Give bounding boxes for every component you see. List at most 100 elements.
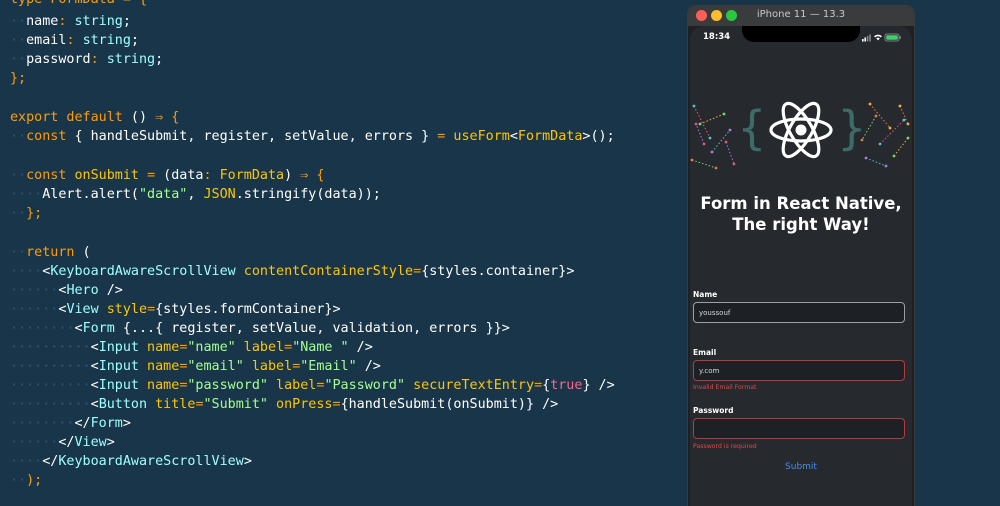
code-token: KeyboardAwareScrollView: [58, 454, 244, 469]
code-token: />: [590, 378, 615, 393]
indent-guide: ··: [10, 14, 27, 29]
indent-guide: ··········: [10, 340, 91, 355]
code-line: ··email: string;: [10, 31, 139, 50]
code-token: ⇒ {: [300, 168, 325, 183]
code-token: <: [90, 397, 99, 412]
simulator-title: iPhone 11 — 13.3: [756, 9, 846, 20]
code-token: {: [542, 378, 551, 393]
indent-guide: ····: [10, 454, 43, 469]
indent-guide: ······: [10, 283, 59, 298]
code-token: string: [74, 14, 123, 29]
status-time: 18:34: [703, 32, 731, 42]
react-atom-icon: [769, 101, 833, 159]
code-token: "Email": [300, 359, 357, 374]
code-token: =: [195, 397, 204, 412]
code-token: "email": [187, 359, 244, 374]
code-token: "Name ": [292, 340, 349, 355]
decor-dot: [888, 126, 892, 130]
submit-button[interactable]: Submit: [690, 462, 912, 472]
code-token: }: [582, 378, 591, 393]
code-token: type FormData = {: [10, 0, 147, 7]
code-token: >: [501, 321, 510, 336]
code-token: </: [42, 454, 59, 469]
decor-line: [691, 159, 717, 169]
indent-guide: ··: [10, 168, 27, 183]
code-token: />: [348, 340, 373, 355]
decor-dot: [892, 154, 896, 158]
brace-right-icon: }: [838, 101, 866, 155]
decor-dot: [702, 142, 706, 146]
react-logo-hero: { }: [690, 101, 910, 170]
code-token: true: [550, 378, 583, 393]
decor-dot: [874, 114, 878, 118]
code-token: />: [534, 397, 559, 412]
code-token: :: [90, 52, 107, 67]
indent-guide: ······: [10, 302, 59, 317]
code-token: };: [10, 71, 27, 86]
code-line: ··const onSubmit = (data: FormData) ⇒ {: [10, 166, 324, 185]
code-line: ····<KeyboardAwareScrollView contentCont…: [10, 262, 574, 281]
status-icons: [862, 33, 901, 42]
battery-icon: [884, 33, 901, 42]
decor-dot: [694, 122, 698, 126]
code-token: </: [58, 435, 75, 450]
code-token: password: [26, 52, 91, 67]
name-input[interactable]: [693, 302, 905, 323]
code-token: <: [509, 129, 518, 144]
indent-guide: ··: [10, 206, 27, 221]
indent-guide: ··: [10, 129, 27, 144]
code-token: { handleSubmit, register, setValue, erro…: [66, 129, 438, 144]
code-line: ········<Form {...{ register, setValue, …: [10, 319, 510, 338]
code-token: Input: [98, 359, 139, 374]
decor-dot: [878, 142, 882, 146]
code-token: ⇒ {: [155, 110, 180, 125]
code-line: ····</KeyboardAwareScrollView>: [10, 452, 252, 471]
code-token: <: [90, 378, 99, 393]
code-token: =: [147, 302, 156, 317]
indent-guide: ········: [10, 416, 75, 431]
decor-dot: [724, 140, 728, 144]
code-token: </: [74, 416, 91, 431]
code-token: =: [284, 340, 293, 355]
indent-guide: ··········: [10, 359, 91, 374]
brace-left-icon: {: [738, 101, 766, 155]
decor-dot: [906, 122, 910, 126]
code-token: FormData: [517, 129, 583, 144]
indent-guide: ····: [10, 187, 43, 202]
code-line: ··········<Input name="name" label="Name…: [10, 338, 373, 357]
code-token: name: [139, 378, 180, 393]
decor-dot: [902, 118, 906, 122]
decor-line: [893, 137, 909, 157]
decor-dot: [708, 136, 712, 140]
indent-guide: ··: [10, 473, 27, 488]
phone-notch: [742, 26, 860, 42]
code-line: ··const { handleSubmit, register, setVal…: [10, 127, 615, 146]
password-input[interactable]: [693, 418, 905, 439]
code-token: {...{ register, setValue, validation, er…: [114, 321, 502, 336]
code-line: ··········<Input name="email" label="Ema…: [10, 357, 381, 376]
code-token: "data": [139, 187, 188, 202]
code-line: ··name: string;: [10, 12, 131, 31]
indent-guide: ······: [10, 435, 59, 450]
code-line: ··········<Button title="Submit" onPress…: [10, 395, 558, 414]
code-line: ··password: string;: [10, 50, 163, 69]
code-line: };: [10, 69, 26, 88]
code-token: ;: [122, 14, 131, 29]
code-editor[interactable]: type FormData = {··name: string;··email:…: [0, 0, 680, 500]
code-token: string: [82, 33, 131, 48]
code-token: email: [26, 33, 67, 48]
code-token: ): [284, 168, 301, 183]
decor-dot: [884, 164, 888, 168]
code-token: Alert.alert(: [42, 187, 139, 202]
decor-dot: [714, 166, 718, 170]
code-token: Input: [98, 378, 139, 393]
decor-line: [869, 103, 891, 129]
code-token: const: [26, 129, 67, 144]
indent-guide: ··········: [10, 378, 91, 393]
hero-title-line-2: The right Way!: [732, 215, 870, 234]
code-token: ,: [187, 187, 204, 202]
code-token: );: [26, 473, 43, 488]
email-input[interactable]: [693, 360, 905, 381]
indent-guide: ··: [10, 245, 27, 260]
wifi-icon: [874, 34, 882, 41]
